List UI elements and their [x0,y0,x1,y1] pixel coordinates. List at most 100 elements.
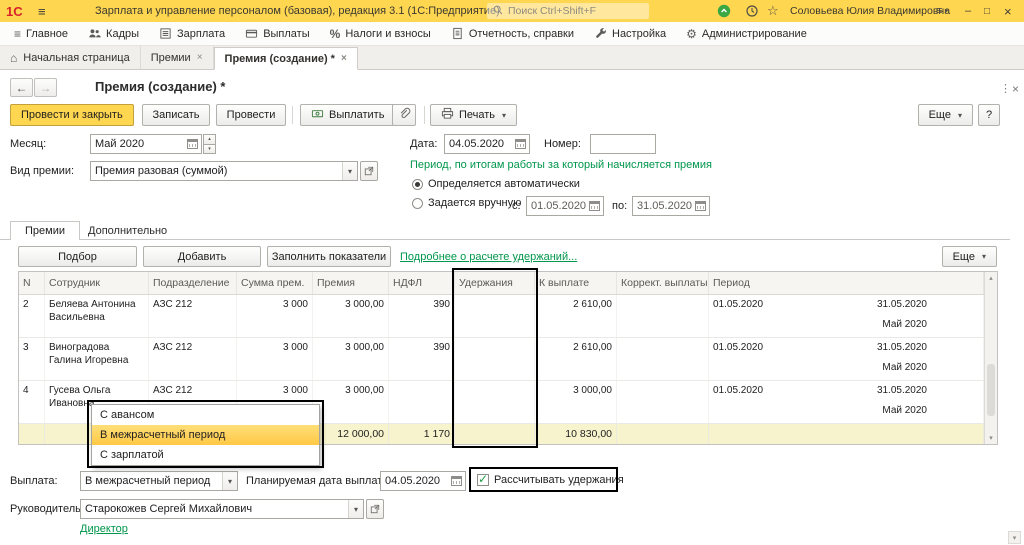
period-from-field[interactable]: 01.05.2020 [526,196,604,216]
col-correction[interactable]: Коррект. выплаты [617,272,709,294]
cell-bonus-sum[interactable]: 3 000 [237,295,313,337]
number-field[interactable] [590,134,656,154]
cell-bonus[interactable]: 3 000,00 [313,338,389,380]
pick-button[interactable]: Подбор [18,246,137,267]
spinner-up-icon[interactable]: ▴ [203,134,216,144]
position-link[interactable]: Директор [80,523,128,535]
col-employee[interactable]: Сотрудник [45,272,149,294]
menu-item-hr[interactable]: Кадры [78,22,149,45]
menu-item-payments[interactable]: Выплаты [235,22,319,45]
table-scrollbar[interactable]: ▴ ▾ [984,272,997,444]
open-bonus-kind-button[interactable] [360,161,378,181]
calendar-icon[interactable] [589,201,600,211]
table-row[interactable]: 2 Беляева Антонина Васильевна АЗС 212 3 … [19,295,984,338]
tab-premii-page[interactable]: Премии [10,221,80,240]
calc-deductions-checkbox[interactable]: Рассчитывать удержания [477,474,624,486]
month-spinner[interactable]: ▴▾ [203,134,216,154]
spinner-down-icon[interactable]: ▾ [203,144,216,155]
doc-more-button[interactable]: Еще▾ [918,104,973,126]
payment-combo[interactable]: В межрасчетный период▾ [80,471,238,491]
forward-button[interactable]: → [34,78,57,97]
add-button[interactable]: Добавить [143,246,261,267]
manager-combo[interactable]: Старокожев Сергей Михайлович▾ [80,499,364,519]
col-n[interactable]: N [19,272,45,294]
col-to-pay[interactable]: К выплате [535,272,617,294]
dropdown-option-s-zarplatoy[interactable]: С зарплатой [92,445,319,465]
favorites-icon[interactable]: ☆ [767,0,779,22]
bonus-kind-combo[interactable]: Премия разовая (суммой)▾ [90,161,358,181]
tab-premii[interactable]: Премии× [141,46,214,69]
cell-ndfl[interactable] [389,381,455,423]
scrollbar-thumb[interactable] [987,364,995,416]
menu-item-administration[interactable]: ⚙Администрирование [676,22,817,45]
cell-to-pay[interactable]: 3 000,00 [535,381,617,423]
menu-item-salary[interactable]: Зарплата [149,22,235,45]
col-bonus[interactable]: Премия [313,272,389,294]
menu-item-reports[interactable]: Отчетность, справки [441,22,584,45]
table-row[interactable]: 3 Виноградова Галина Игоревна АЗС 212 3 … [19,338,984,381]
cell-bonus[interactable]: 3 000,00 [313,381,389,423]
main-menu-icon[interactable]: ≡ [38,0,46,22]
form-more-icon[interactable]: ⋮ [1000,82,1011,95]
pay-button[interactable]: Выплатить [300,104,395,126]
cell-employee[interactable]: Беляева Антонина Васильевна [45,295,149,337]
tab-dopolnitelno-page[interactable]: Дополнительно [88,225,167,237]
cell-deductions[interactable] [455,295,535,337]
calendar-icon[interactable] [187,139,198,149]
cell-employee[interactable]: Виноградова Галина Игоревна [45,338,149,380]
cell-ndfl[interactable]: 390 [389,338,455,380]
service-menu-icon[interactable]: ≡▾ [936,0,948,22]
cell-to-pay[interactable]: 2 610,00 [535,295,617,337]
cell-deductions[interactable] [455,338,535,380]
dropdown-option-s-avansom[interactable]: С авансом [92,405,319,425]
cell-period[interactable]: 01.05.202031.05.2020Май 2020 [709,295,984,337]
period-to-field[interactable]: 31.05.2020 [632,196,710,216]
global-search-input[interactable]: Поиск Ctrl+Shift+F [487,3,649,19]
cell-department[interactable]: АЗС 212 [149,338,237,380]
tab-home[interactable]: ⌂Начальная страница [0,46,141,69]
close-app-icon[interactable]: × [1004,0,1012,22]
radio-period-auto[interactable]: Определяется автоматически [412,178,580,190]
planned-date-field[interactable]: 04.05.2020 [380,471,466,491]
cell-n[interactable]: 2 [19,295,45,337]
calendar-icon[interactable] [695,201,706,211]
col-bonus-sum[interactable]: Сумма прем. [237,272,313,294]
cell-n[interactable]: 3 [19,338,45,380]
col-deductions[interactable]: Удержания [455,272,535,294]
dropdown-option-v-mezhraschetny[interactable]: В межрасчетный период [92,425,319,445]
cell-correction[interactable] [617,295,709,337]
tab-premiya-sozdanie[interactable]: Премия (создание) *× [214,47,358,70]
cell-deductions[interactable] [455,381,535,423]
menu-item-settings[interactable]: Настройка [584,22,676,45]
cell-bonus[interactable]: 3 000,00 [313,295,389,337]
combo-arrow-icon[interactable]: ▾ [222,472,237,490]
post-button[interactable]: Провести [216,104,286,126]
current-user[interactable]: Соловьева Юлия Владимировна [790,0,950,22]
cell-correction[interactable] [617,381,709,423]
date-field[interactable]: 04.05.2020 [444,134,530,154]
combo-arrow-icon[interactable]: ▾ [342,162,357,180]
calendar-icon[interactable] [515,139,526,149]
discussions-icon[interactable] [717,0,731,22]
cell-ndfl[interactable]: 390 [389,295,455,337]
cell-period[interactable]: 01.05.202031.05.2020Май 2020 [709,381,984,423]
cell-correction[interactable] [617,338,709,380]
cell-bonus-sum[interactable]: 3 000 [237,338,313,380]
deductions-details-link[interactable]: Подробнее о расчете удержаний... [400,251,577,263]
combo-arrow-icon[interactable]: ▾ [348,500,363,518]
col-ndfl[interactable]: НДФЛ [389,272,455,294]
fill-indicators-button[interactable]: Заполнить показатели [267,246,391,267]
open-manager-button[interactable] [366,499,384,519]
table-more-button[interactable]: Еще▾ [942,246,997,267]
back-button[interactable]: ← [10,78,33,97]
scroll-up-icon[interactable]: ▴ [985,272,997,284]
attachments-button[interactable] [392,104,416,126]
minimize-icon[interactable]: – [965,0,971,22]
menu-item-taxes[interactable]: %Налоги и взносы [320,22,441,45]
col-period[interactable]: Период [709,272,984,294]
menu-item-main[interactable]: ≡Главное [4,22,78,45]
form-close-icon[interactable]: × [1012,82,1019,96]
radio-period-manual[interactable]: Задается вручную [412,197,521,209]
close-tab-icon[interactable]: × [341,53,347,64]
month-field[interactable]: Май 2020 [90,134,202,154]
